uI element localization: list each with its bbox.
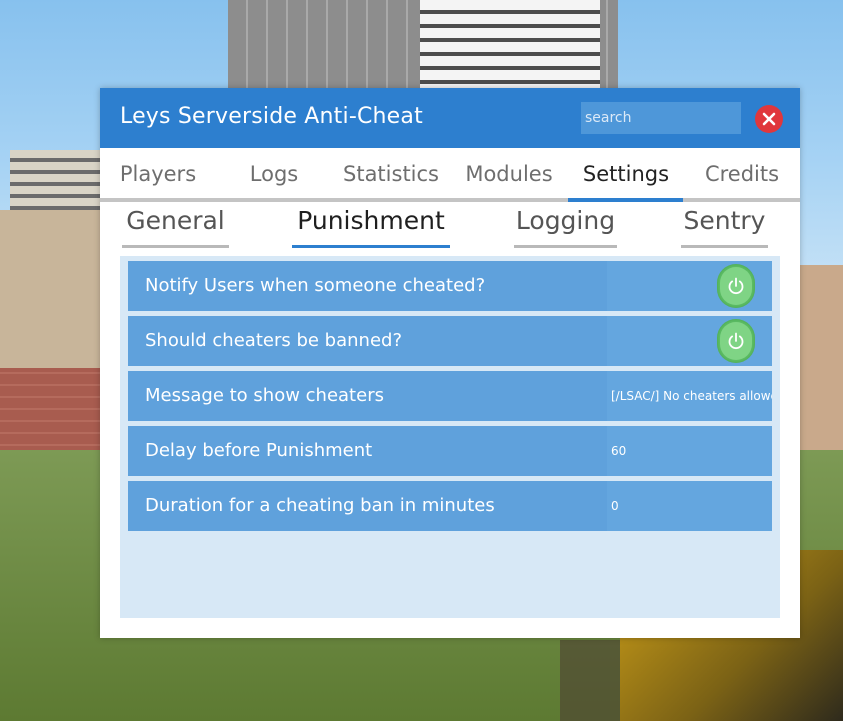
search-input[interactable] xyxy=(581,102,741,134)
tab-settings[interactable]: Settings xyxy=(568,148,684,200)
window-title: Leys Serverside Anti-Cheat xyxy=(120,104,423,129)
subtab-sentry-label: Sentry xyxy=(683,206,766,235)
subtab-underline-active xyxy=(292,245,450,248)
tabs-divider xyxy=(100,198,800,202)
subtab-underline xyxy=(514,245,617,248)
settings-panel: Notify Users when someone cheated? Shoul… xyxy=(120,256,780,618)
tab-modules[interactable]: Modules xyxy=(451,148,567,200)
close-icon xyxy=(762,112,776,126)
subtab-general[interactable]: General xyxy=(122,206,229,248)
subtab-logging-label: Logging xyxy=(515,206,616,235)
setting-control-area xyxy=(607,261,772,311)
power-icon xyxy=(728,277,744,295)
setting-row-duration: Duration for a cheating ban in minutes 0 xyxy=(128,481,772,531)
tab-logs[interactable]: Logs xyxy=(216,148,332,200)
subtab-sentry[interactable]: Sentry xyxy=(681,206,768,248)
toggle-knob xyxy=(720,267,752,305)
setting-label: Should cheaters be banned? xyxy=(145,330,402,351)
toggle-knob xyxy=(720,322,752,360)
subtab-punishment-label: Punishment xyxy=(297,206,445,235)
tower-windows xyxy=(420,0,600,90)
duration-value: 0 xyxy=(611,499,619,513)
setting-row-ban: Should cheaters be banned? xyxy=(128,316,772,366)
notify-toggle[interactable] xyxy=(717,264,755,308)
setting-control-area xyxy=(607,316,772,366)
subtab-logging[interactable]: Logging xyxy=(514,206,617,248)
delay-value: 60 xyxy=(611,444,627,458)
setting-row-delay: Delay before Punishment 60 xyxy=(128,426,772,476)
tab-players[interactable]: Players xyxy=(100,148,216,200)
duration-input[interactable]: 0 xyxy=(607,481,772,531)
right-wall xyxy=(800,265,843,465)
setting-label: Delay before Punishment xyxy=(145,440,373,461)
message-input[interactable]: [/LSAC/] No cheaters allowe xyxy=(607,371,772,421)
subtab-underline xyxy=(122,245,229,248)
setting-row-message: Message to show cheaters [/LSAC/] No che… xyxy=(128,371,772,421)
setting-label: Notify Users when someone cheated? xyxy=(145,275,486,296)
power-icon xyxy=(728,332,744,350)
active-tab-indicator xyxy=(568,198,683,202)
setting-row-notify: Notify Users when someone cheated? xyxy=(128,261,772,311)
subtab-punishment[interactable]: Punishment xyxy=(292,206,450,248)
message-value: [/LSAC/] No cheaters allowe xyxy=(611,389,772,403)
tab-statistics[interactable]: Statistics xyxy=(333,148,449,200)
close-button[interactable] xyxy=(755,105,783,133)
delay-input[interactable]: 60 xyxy=(607,426,772,476)
setting-label: Message to show cheaters xyxy=(145,385,384,406)
subtab-general-label: General xyxy=(126,206,225,235)
subtab-underline xyxy=(681,245,768,248)
setting-label: Duration for a cheating ban in minutes xyxy=(145,495,495,516)
ban-toggle[interactable] xyxy=(717,319,755,363)
anticheat-window: Leys Serverside Anti-Cheat Players Logs … xyxy=(100,88,800,638)
title-bar: Leys Serverside Anti-Cheat xyxy=(100,88,800,148)
tab-credits[interactable]: Credits xyxy=(684,148,800,200)
